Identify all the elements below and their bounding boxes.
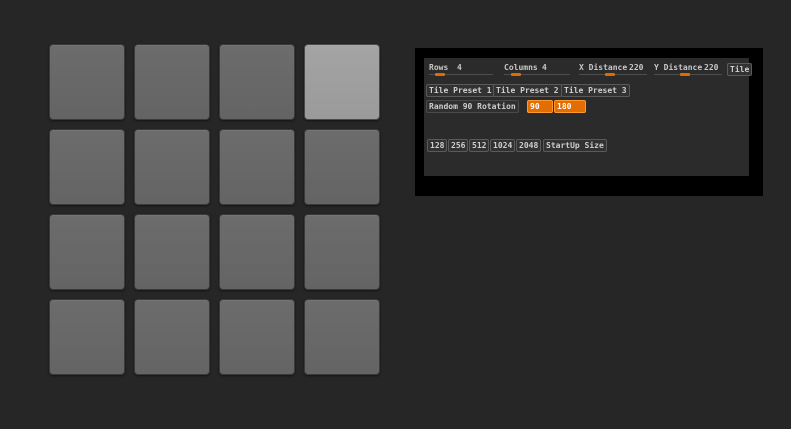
columns-slider-value: 4 xyxy=(542,63,547,72)
tile[interactable] xyxy=(134,214,210,290)
rotation-90-button[interactable]: 90 xyxy=(527,100,553,113)
x-distance-slider-label: X Distance xyxy=(579,63,628,72)
tile[interactable] xyxy=(49,44,125,120)
tile[interactable] xyxy=(49,129,125,205)
columns-slider-label: Columns xyxy=(504,63,538,72)
columns-slider-thumb[interactable] xyxy=(511,73,521,76)
x-distance-slider-value: 220 xyxy=(629,63,644,72)
size-128-button[interactable]: 128 xyxy=(427,139,448,152)
tile[interactable] xyxy=(49,214,125,290)
tile-grid xyxy=(49,44,380,375)
tile-preset-2-button[interactable]: Tile Preset 2 xyxy=(493,84,562,97)
tile[interactable] xyxy=(219,299,295,375)
tile[interactable] xyxy=(134,44,210,120)
control-panel-frame: Rows 4 Columns 4 X Distance 220 Y Distan… xyxy=(415,48,763,196)
control-panel: Rows 4 Columns 4 X Distance 220 Y Distan… xyxy=(424,58,753,176)
tile[interactable] xyxy=(304,214,380,290)
tile[interactable] xyxy=(49,299,125,375)
tile[interactable] xyxy=(304,129,380,205)
tile[interactable] xyxy=(304,44,380,120)
tile[interactable] xyxy=(134,299,210,375)
x-distance-slider-thumb[interactable] xyxy=(605,73,615,76)
columns-slider-track xyxy=(504,73,570,76)
canvas: Rows 4 Columns 4 X Distance 220 Y Distan… xyxy=(0,0,791,429)
size-512-button[interactable]: 512 xyxy=(469,139,490,152)
rows-slider-value: 4 xyxy=(457,63,462,72)
tile[interactable] xyxy=(219,129,295,205)
y-distance-slider[interactable]: Y Distance 220 xyxy=(652,62,724,76)
rows-slider-thumb[interactable] xyxy=(435,73,445,76)
rows-slider[interactable]: Rows 4 xyxy=(427,62,495,76)
rows-slider-label: Rows xyxy=(429,63,449,72)
tile[interactable] xyxy=(134,129,210,205)
rotation-180-button[interactable]: 180 xyxy=(554,100,586,113)
rows-slider-track xyxy=(429,73,493,76)
columns-slider[interactable]: Columns 4 xyxy=(502,62,572,76)
tile-preset-3-button[interactable]: Tile Preset 3 xyxy=(561,84,630,97)
tile-preset-1-button[interactable]: Tile Preset 1 xyxy=(426,84,495,97)
y-distance-slider-track xyxy=(654,73,722,76)
y-distance-slider-thumb[interactable] xyxy=(680,73,690,76)
tile[interactable] xyxy=(219,214,295,290)
y-distance-slider-label: Y Distance xyxy=(654,63,703,72)
random-rotation-label: Random 90 Rotation xyxy=(426,100,519,113)
x-distance-slider[interactable]: X Distance 220 xyxy=(577,62,649,76)
tile[interactable] xyxy=(304,299,380,375)
y-distance-slider-value: 220 xyxy=(704,63,719,72)
x-distance-slider-track xyxy=(579,73,647,76)
tile-button[interactable]: Tile xyxy=(727,63,753,76)
size-2048-button[interactable]: 2048 xyxy=(516,139,542,152)
size-1024-button[interactable]: 1024 xyxy=(490,139,516,152)
size-256-button[interactable]: 256 xyxy=(448,139,469,152)
tile[interactable] xyxy=(219,44,295,120)
startup-size-button[interactable]: StartUp Size xyxy=(543,139,607,152)
